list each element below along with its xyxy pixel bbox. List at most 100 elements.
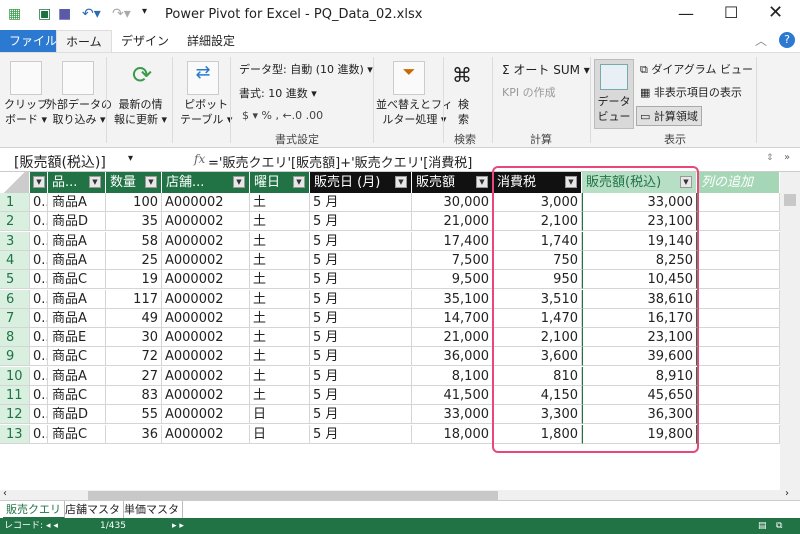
collapse-ribbon-icon[interactable]: ︿ — [755, 32, 767, 49]
tab-home[interactable]: ホーム — [56, 30, 112, 52]
column-header-label: 消費税 — [497, 175, 537, 190]
table-cell: 土 — [250, 328, 310, 348]
filter-dropdown-icon[interactable]: ▼ — [395, 176, 407, 188]
row-number[interactable]: 1 — [0, 193, 30, 212]
add-column-cell — [697, 212, 780, 232]
table-cell: 36,000 — [412, 347, 493, 367]
expand-formula-icon[interactable]: » — [784, 152, 790, 163]
filter-dropdown-icon[interactable]: ▼ — [33, 176, 45, 188]
table-cell: A000002 — [162, 386, 250, 405]
filter-dropdown-icon[interactable]: ▼ — [89, 176, 101, 188]
add-column-label[interactable]: 列の追加 — [701, 175, 753, 190]
row-number[interactable]: 13 — [0, 424, 30, 444]
diagram-view-icon[interactable]: ⧉ — [776, 518, 782, 534]
table-cell: 36 — [106, 424, 162, 444]
tab-advanced[interactable]: 詳細設定 — [178, 30, 244, 52]
column-header-col-qty[interactable]: 数量 ▼ — [106, 172, 162, 193]
diagram-view-button[interactable]: ⧉ ダイアグラム ビュー — [640, 61, 753, 77]
group-label-format: 書式設定 — [275, 133, 319, 146]
undo-icon[interactable]: ↶▾ — [82, 6, 101, 22]
formula-scroll[interactable]: ⇕ — [766, 153, 774, 163]
add-column-cell — [697, 308, 780, 328]
data-view-button[interactable]: データ ビュー — [594, 59, 634, 129]
pivot-table-button[interactable]: ピボット テーブル ▾ — [180, 97, 232, 127]
vertical-scroll-thumb[interactable] — [784, 194, 796, 206]
save-icon[interactable]: ■ — [58, 6, 71, 22]
column-header-col-store[interactable]: 店舗... ▼ — [162, 172, 250, 193]
row-number[interactable]: 2 — [0, 212, 30, 232]
table-cell: 19,140 — [582, 231, 697, 251]
grid-view-icon[interactable]: ▤ — [758, 518, 767, 534]
sheet-tab-prices[interactable]: 単価マスタ — [121, 501, 183, 519]
close-button[interactable]: ✕ — [768, 2, 783, 23]
row-number[interactable]: 6 — [0, 289, 30, 309]
refresh-button[interactable]: 最新の情 報に更新 ▾ — [114, 97, 167, 127]
filter-dropdown-icon[interactable]: ▼ — [233, 176, 245, 188]
name-box-dropdown[interactable]: ▾ — [128, 153, 133, 164]
column-header-col-tax[interactable]: 消費税 ▼ — [493, 172, 582, 193]
group-label-calc: 計算 — [530, 133, 552, 146]
column-header-col-sales-incl-tax[interactable]: 販売額(税込) ▼ — [582, 172, 697, 193]
clipboard-button[interactable]: クリップ ボード ▾ — [4, 97, 48, 127]
table-cell: 5 月 — [310, 328, 412, 348]
row-number[interactable]: 3 — [0, 231, 30, 251]
sheet-tabs: 販売クエリ 店舗マスタ 単価マスタ — [0, 500, 800, 519]
minimize-button[interactable]: — — [678, 4, 694, 23]
column-header-col-month[interactable]: 販売日 (月) ▼ — [310, 172, 412, 193]
table-cell: 5 月 — [310, 386, 412, 405]
column-header-col-sales[interactable]: 販売額 ▼ — [412, 172, 493, 193]
add-column-cell — [697, 347, 780, 367]
row-number[interactable]: 10 — [0, 366, 30, 386]
excel-icon[interactable]: ▣ — [38, 6, 51, 22]
sheet-tab-stores[interactable]: 店舗マスタ — [62, 501, 124, 519]
format-dropdown[interactable]: 書式: 10 進数 ▾ — [239, 85, 317, 101]
name-box[interactable]: [販売額(税込)] — [14, 152, 106, 172]
column-header-col-id[interactable]: ▼ — [30, 172, 48, 193]
vertical-scrollbar[interactable] — [780, 172, 800, 490]
table-cell: 45,650 — [582, 386, 697, 405]
table-cell: 55 — [106, 405, 162, 425]
table-cell: 土 — [250, 212, 310, 232]
table-cell: A000002 — [162, 212, 250, 232]
table-cell: 2,100 — [493, 328, 582, 348]
row-number[interactable]: 9 — [0, 347, 30, 367]
autosum-button[interactable]: Σ オート SUM ▾ — [502, 61, 590, 78]
fx-icon[interactable]: fx — [194, 152, 205, 166]
filter-dropdown-icon[interactable]: ▼ — [145, 176, 157, 188]
column-header-col-product[interactable]: 品... ▼ — [48, 172, 106, 193]
table-cell: 商品C — [48, 386, 106, 405]
external-data-button[interactable]: 外部データの 取り込み ▾ — [46, 97, 112, 127]
sort-filter-button[interactable]: 並べ替えとフィ ルター処理 ▾ — [376, 97, 453, 127]
filter-dropdown-icon[interactable]: ▼ — [565, 176, 577, 188]
tab-design[interactable]: デザイン — [112, 30, 178, 52]
filter-dropdown-icon[interactable]: ▼ — [293, 176, 305, 188]
scroll-right-icon[interactable]: › — [785, 488, 789, 499]
redo-icon[interactable]: ↷▾ — [112, 6, 131, 22]
data-type-dropdown[interactable]: データ型: 自動 (10 進数) ▾ — [239, 61, 373, 77]
filter-dropdown-icon[interactable]: ▼ — [476, 176, 488, 188]
customize-qat-icon[interactable]: ▾ — [142, 6, 147, 17]
number-format-buttons[interactable]: $ ▾ % , ←.0 .00 — [242, 109, 323, 122]
create-kpi-button[interactable]: KPI の作成 — [502, 84, 556, 100]
help-icon[interactable]: ? — [779, 32, 795, 48]
find-button[interactable]: 検 索 — [458, 97, 469, 127]
row-number[interactable]: 8 — [0, 328, 30, 348]
record-nav-next[interactable]: ▸ ▸ — [172, 518, 184, 534]
show-hidden-button[interactable]: ▦ 非表示項目の表示 — [640, 84, 742, 100]
maximize-button[interactable]: ☐ — [724, 3, 738, 22]
table-cell: 83 — [106, 386, 162, 405]
table-cell: 商品D — [48, 405, 106, 425]
row-number[interactable]: 11 — [0, 386, 30, 405]
calc-area-button[interactable]: ▭ 計算領域 — [636, 106, 702, 126]
filter-dropdown-icon[interactable]: ▼ — [680, 176, 692, 188]
record-nav-prev[interactable]: ◂ ◂ — [46, 518, 58, 534]
row-number[interactable]: 12 — [0, 405, 30, 425]
column-header-col-add[interactable]: 列の追加 — [697, 172, 780, 193]
formula-input[interactable]: ='販売クエリ'[販売額]+'販売クエリ'[消費税] — [208, 152, 472, 171]
sheet-tab-sales[interactable]: 販売クエリ — [3, 501, 65, 519]
column-header-col-weekday[interactable]: 曜日 ▼ — [250, 172, 310, 193]
row-number[interactable]: 7 — [0, 308, 30, 328]
row-number[interactable]: 5 — [0, 270, 30, 290]
scroll-left-icon[interactable]: ‹ — [3, 488, 7, 499]
row-number[interactable]: 4 — [0, 250, 30, 270]
